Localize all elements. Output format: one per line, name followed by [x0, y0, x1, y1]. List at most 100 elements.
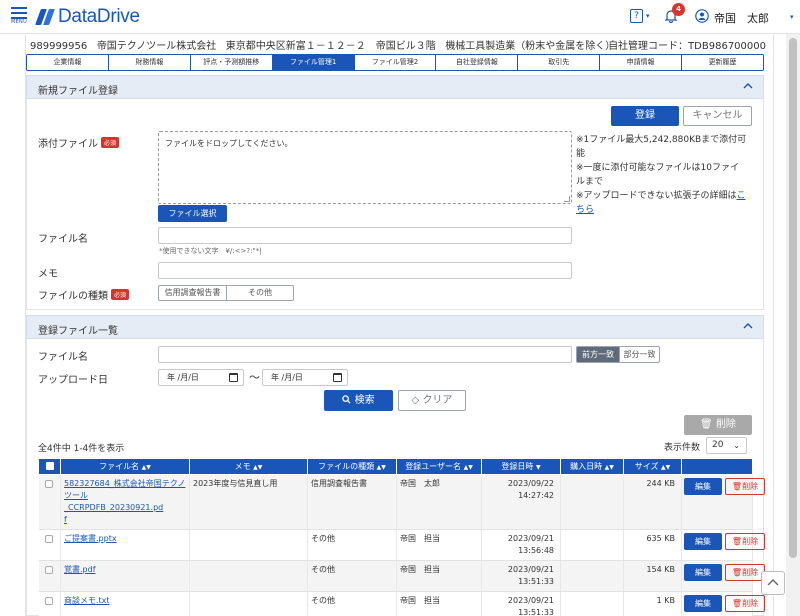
edit-button[interactable]: 編集	[684, 478, 722, 495]
select-all-checkbox[interactable]	[45, 461, 54, 470]
search-button[interactable]: 検索	[324, 390, 393, 411]
help-dropdown-caret-icon[interactable]: ▾	[646, 12, 650, 20]
user-name[interactable]: 帝国 太郎	[714, 10, 769, 26]
filename-cell: 582327684_株式会社帝国テクノ ツール_CCRPDFB_20230921.…	[60, 474, 190, 530]
tab-update-history[interactable]: 更新履歴	[682, 55, 763, 70]
col-user[interactable]: 登録ユーザー名 ▲▼	[396, 458, 482, 475]
delete-button-label: 削除	[742, 537, 759, 546]
file-link[interactable]: 覚書.pdf	[64, 565, 96, 574]
size-cell: 635 KB	[623, 529, 682, 561]
help-icon[interactable]: ?	[630, 9, 643, 23]
select-file-button[interactable]: ファイル選択	[158, 205, 227, 222]
bulk-delete-button[interactable]: 🗑 削除	[684, 415, 752, 435]
row-checkbox[interactable]	[45, 597, 54, 605]
col-filename-label: ファイル名	[99, 462, 140, 471]
row-checkbox[interactable]	[45, 480, 54, 488]
col-size[interactable]: サイズ ▲▼	[623, 458, 682, 475]
tab-business-partners[interactable]: 取引先	[518, 55, 601, 70]
date-range-separator: 〜	[249, 371, 260, 384]
sort-desc-icon: ▼	[535, 464, 541, 471]
purchased-at-cell	[560, 591, 624, 616]
edit-button[interactable]: 編集	[684, 564, 722, 581]
upload-note-ext-text: ※アップロードできない拡張子の詳細は	[576, 191, 737, 201]
chevron-down-icon: ⌄	[733, 441, 740, 450]
ext-details-link-cont[interactable]: ちら	[576, 205, 594, 215]
date-to-input[interactable]: 年 /月/日	[262, 369, 348, 386]
list-section-header[interactable]: 登録ファイル一覧	[26, 315, 764, 339]
file-link[interactable]: 582327684_株式会社帝国テクノ ツール_CCRPDFB_20230921.…	[64, 479, 185, 524]
date-from-input[interactable]: 年 /月/日	[158, 369, 244, 386]
col-registered-at[interactable]: 登録日時 ▼	[481, 458, 561, 475]
calendar-icon[interactable]	[333, 373, 342, 382]
delete-button[interactable]: 🗑削除	[725, 478, 765, 495]
per-page-value: 20	[712, 440, 724, 450]
file-link[interactable]: 商談メモ.txt	[64, 596, 110, 605]
row-select-cell	[38, 591, 61, 616]
tab-file-management-1[interactable]: ファイル管理1	[272, 55, 355, 70]
tab-application-info[interactable]: 申請情報	[600, 55, 683, 70]
col-filename[interactable]: ファイル名 ▲▼	[60, 458, 190, 475]
match-partial[interactable]: 部分一致	[619, 347, 659, 362]
actions-cell: 編集 🗑削除	[681, 529, 765, 561]
edit-button[interactable]: 編集	[684, 533, 722, 550]
user-cell: 帝国 担当	[396, 529, 482, 561]
purchased-at-cell	[560, 529, 624, 561]
delete-button[interactable]: 🗑削除	[725, 595, 765, 612]
table-row: 582327684_株式会社帝国テクノ ツール_CCRPDFB_20230921.…	[38, 474, 765, 530]
attach-file-label: 添付ファイル 必須	[38, 135, 120, 150]
per-page-select[interactable]: 20 ⌄	[706, 437, 747, 454]
scrollbar-thumb[interactable]	[789, 38, 797, 558]
datadrive-logo[interactable]: DataDrive	[35, 6, 140, 27]
user-menu-caret-icon[interactable]: ▾	[790, 13, 794, 21]
tab-company-info[interactable]: 企業情報	[27, 55, 109, 70]
resize-grip-icon[interactable]	[564, 196, 570, 202]
tab-own-registration[interactable]: 自社登録情報	[436, 55, 519, 70]
actions-cell: 編集 🗑削除	[681, 591, 765, 616]
required-badge: 必須	[111, 289, 130, 300]
page-scrollbar[interactable]	[786, 34, 800, 616]
tab-file-management-2[interactable]: ファイル管理2	[354, 55, 437, 70]
table-header-row: ファイル名 ▲▼ メモ ▲▼ ファイルの種類 ▲▼ 登録ユーザー名 ▲▼ 登録日…	[38, 458, 753, 475]
col-memo[interactable]: メモ ▲▼	[189, 458, 308, 475]
upload-note-size-line1: ※1ファイル最大5,242,880KBまで添付可	[576, 135, 747, 145]
ext-details-link[interactable]: こ	[737, 191, 746, 201]
registered-time: 14:27:42	[518, 491, 554, 500]
chevron-up-icon[interactable]	[743, 81, 753, 91]
back-to-top-button[interactable]	[761, 571, 785, 595]
attach-file-label-text: 添付ファイル	[38, 139, 98, 150]
file-type-credit-report[interactable]: 信用調査報告書	[159, 286, 226, 300]
file-drop-zone[interactable]: ファイルをドロップしてください。	[158, 131, 572, 204]
row-checkbox[interactable]	[45, 535, 54, 543]
delete-button[interactable]: 🗑削除	[725, 533, 765, 550]
own-management-code: 自社管理コード：TDB986700000	[608, 41, 766, 52]
tab-financial-info[interactable]: 財務情報	[108, 55, 191, 70]
chevron-up-icon[interactable]	[743, 321, 753, 331]
upload-section-header[interactable]: 新規ファイル登録	[26, 75, 764, 99]
register-button[interactable]: 登録	[611, 106, 679, 126]
file-link[interactable]: ご提案書.pptx	[64, 534, 117, 543]
cancel-button[interactable]: キャンセル	[683, 106, 752, 126]
list-section-title: 登録ファイル一覧	[38, 326, 118, 337]
match-prefix[interactable]: 前方一致	[577, 347, 619, 362]
row-checkbox[interactable]	[45, 566, 54, 574]
user-avatar-icon[interactable]	[695, 9, 709, 23]
col-size-label: サイズ	[634, 462, 659, 471]
col-file-type[interactable]: ファイルの種類 ▲▼	[307, 458, 397, 475]
clear-button[interactable]: ◇ クリア	[398, 390, 466, 411]
purchased-at-cell	[560, 560, 624, 592]
delete-button[interactable]: 🗑削除	[725, 564, 765, 581]
user-cell: 帝国 担当	[396, 560, 482, 592]
tab-score-trend[interactable]: 評点・予測額推移	[190, 55, 273, 70]
edit-button[interactable]: 編集	[684, 595, 722, 612]
col-actions	[681, 458, 753, 475]
col-purchased-at[interactable]: 購入日時 ▲▼	[560, 458, 624, 475]
memo-input[interactable]	[158, 262, 572, 279]
search-filename-input[interactable]	[158, 346, 572, 363]
size-cell: 154 KB	[623, 560, 682, 592]
filename-input[interactable]	[158, 227, 572, 244]
menu-button[interactable]: MENU	[10, 6, 28, 25]
col-user-label: 登録ユーザー名	[405, 462, 462, 471]
filename-cell: 商談メモ.txt	[60, 591, 190, 616]
file-type-other[interactable]: その他	[226, 286, 293, 300]
calendar-icon[interactable]	[229, 373, 238, 382]
